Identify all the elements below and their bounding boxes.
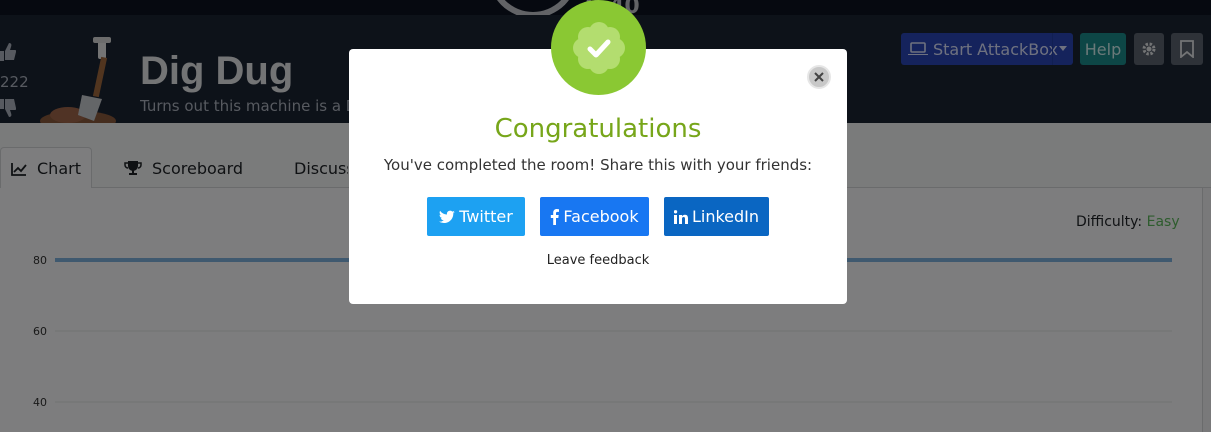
modal-message: You've completed the room! Share this wi…	[383, 156, 813, 174]
check-badge-icon	[572, 21, 625, 74]
leave-feedback-link[interactable]: Leave feedback	[349, 253, 847, 268]
share-facebook-label: Facebook	[563, 207, 639, 226]
linkedin-icon	[673, 209, 688, 224]
twitter-icon	[439, 210, 456, 223]
share-facebook-button[interactable]: Facebook	[540, 197, 649, 236]
share-twitter-label: Twitter	[459, 207, 513, 226]
facebook-icon	[551, 208, 560, 225]
close-icon	[814, 72, 824, 82]
modal-title: Congratulations	[494, 114, 702, 144]
modal-close-button[interactable]	[807, 65, 831, 89]
success-badge	[551, 0, 646, 95]
share-linkedin-button[interactable]: LinkedIn	[664, 197, 769, 236]
share-twitter-button[interactable]: Twitter	[427, 197, 525, 236]
share-linkedin-label: LinkedIn	[691, 207, 760, 226]
